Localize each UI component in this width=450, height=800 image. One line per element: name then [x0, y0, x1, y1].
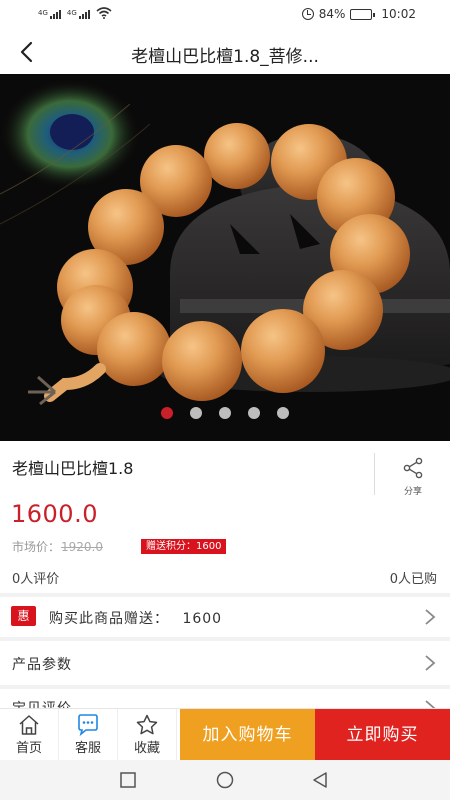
system-navigation-bar	[0, 760, 450, 800]
chevron-right-icon	[425, 655, 436, 671]
carousel-dot[interactable]	[190, 407, 202, 419]
home-circle-icon[interactable]	[215, 771, 235, 789]
add-to-cart-button[interactable]: 加入购物车	[180, 709, 315, 761]
network-type: 4G	[38, 9, 48, 17]
wifi-icon	[96, 7, 112, 19]
customer-service-button[interactable]: 客服	[59, 709, 118, 761]
top-nav-bar: 老檀山巴比檀1.8_菩修...	[0, 30, 450, 74]
chevron-right-icon	[425, 609, 436, 625]
alarm-icon	[301, 8, 314, 20]
status-right: 84% 10:02	[301, 7, 416, 21]
carousel-dot[interactable]	[248, 407, 260, 419]
home-button[interactable]: 首页	[0, 709, 59, 761]
home-label: 首页	[15, 741, 42, 756]
carousel-indicator	[0, 407, 450, 419]
network-type-2: 4G	[66, 9, 77, 17]
gift-points-row[interactable]: 惠 购买此商品赠送： 1600	[0, 597, 450, 637]
carousel-dot[interactable]	[219, 407, 231, 419]
market-price-label: 市场价：	[12, 540, 61, 554]
product-photo	[0, 74, 450, 441]
gift-label: 购买此商品赠送：	[49, 611, 169, 627]
review-count: 0人评价	[12, 572, 60, 587]
share-label: 分享	[403, 487, 422, 497]
sold-count: 0人已购	[389, 572, 437, 587]
recent-apps-icon[interactable]	[119, 771, 137, 789]
product-image-carousel[interactable]	[0, 74, 450, 441]
favorite-label: 收藏	[133, 741, 160, 756]
bottom-action-bar: 首页 客服 收藏 加入购物车 立即购买	[0, 708, 450, 761]
discount-badge: 惠	[11, 606, 36, 626]
product-params-row[interactable]: 产品参数	[0, 641, 450, 685]
params-label: 产品参数	[12, 657, 72, 673]
page-title: 老檀山巴比檀1.8_菩修...	[131, 47, 319, 67]
gift-value: 1600	[182, 611, 223, 627]
product-name: 老檀山巴比檀1.8	[12, 459, 134, 478]
back-arrow-icon[interactable]	[14, 38, 42, 66]
back-triangle-icon[interactable]	[311, 771, 329, 789]
share-icon	[403, 457, 423, 479]
favorite-button[interactable]: 收藏	[118, 709, 177, 761]
divider	[374, 453, 375, 495]
market-price-value: 1920.0	[61, 539, 104, 554]
status-bar: 4G 4G 84% 10:02	[0, 0, 450, 30]
battery-icon	[350, 8, 376, 20]
carousel-dot[interactable]	[161, 407, 173, 419]
gift-text: 购买此商品赠送： 1600	[49, 608, 222, 628]
points-badge: 赠送积分：1600	[141, 539, 227, 554]
current-price: 1600.0	[11, 500, 98, 528]
share-button[interactable]: 分享	[394, 457, 432, 497]
market-price: 市场价： 1920.0	[12, 538, 103, 555]
carousel-dot[interactable]	[277, 407, 289, 419]
service-label: 客服	[74, 741, 101, 756]
chat-icon	[78, 714, 98, 736]
star-icon	[136, 714, 158, 735]
clock: 10:02	[381, 7, 416, 21]
signal-icon: 4G	[38, 10, 61, 19]
buy-now-button[interactable]: 立即购买	[315, 709, 450, 761]
product-info-card: 老檀山巴比檀1.8 分享 1600.0 市场价： 1920.0 赠送积分：160…	[0, 441, 450, 593]
home-icon	[19, 715, 39, 735]
signal-icon-2: 4G	[67, 10, 90, 19]
product-detail-page: 4G 4G 84% 10:02 老檀山巴比檀1.8_菩修... 老檀山巴比檀1.…	[0, 0, 450, 800]
battery-percent: 84%	[318, 7, 346, 21]
status-left: 4G 4G	[38, 7, 112, 19]
